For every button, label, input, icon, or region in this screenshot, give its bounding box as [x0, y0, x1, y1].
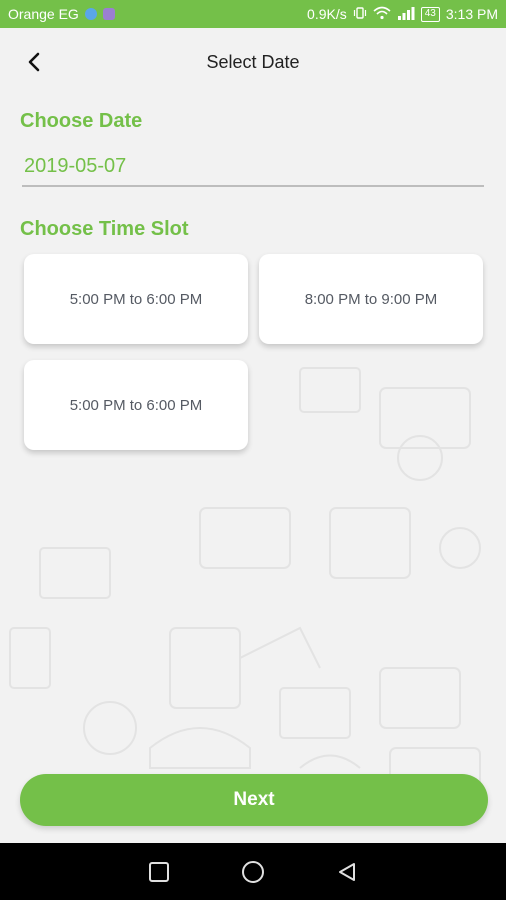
- back-arrow-icon: [28, 52, 40, 72]
- clock: 3:13 PM: [445, 6, 498, 22]
- time-slot-label: 8:00 PM to 9:00 PM: [304, 290, 438, 308]
- time-slot-card[interactable]: 5:00 PM to 6:00 PM: [24, 360, 248, 450]
- page-title: Select Date: [206, 51, 300, 72]
- app-notification-icon: [84, 8, 97, 20]
- status-right: 0.9K/s 43 3:13 PM: [307, 6, 498, 23]
- back-button[interactable]: [18, 46, 50, 78]
- back-triangle-icon: [339, 862, 355, 881]
- choose-date-label: Choose Date: [20, 110, 143, 132]
- next-button[interactable]: Next: [20, 774, 488, 826]
- home-circle-icon: [242, 860, 264, 883]
- home-button[interactable]: [238, 857, 268, 887]
- date-input[interactable]: [22, 147, 484, 187]
- system-navigation-bar: [0, 843, 506, 900]
- signal-icon: [397, 6, 415, 23]
- vibrate-icon: [353, 6, 367, 23]
- status-left: Orange EG: [8, 6, 115, 22]
- time-slot-label: 5:00 PM to 6:00 PM: [69, 290, 203, 308]
- system-back-button[interactable]: [332, 857, 362, 887]
- choose-time-slot-label: Choose Time Slot: [20, 218, 189, 240]
- wifi-icon: [373, 6, 391, 23]
- time-slot-card[interactable]: 5:00 PM to 6:00 PM: [24, 254, 248, 344]
- app-header: Select Date: [0, 28, 506, 96]
- time-slot-label: 5:00 PM to 6:00 PM: [69, 396, 203, 414]
- battery-icon: 43: [420, 6, 440, 22]
- recents-square-icon: [149, 861, 169, 882]
- carrier-name: Orange EG: [8, 6, 79, 22]
- time-slot-card[interactable]: 8:00 PM to 9:00 PM: [259, 254, 483, 344]
- network-speed: 0.9K/s: [307, 6, 347, 22]
- status-bar: Orange EG 0.9K/s 43 3:13 PM: [0, 0, 506, 28]
- app-notification-icon-2: [102, 8, 115, 20]
- recents-button[interactable]: [144, 857, 174, 887]
